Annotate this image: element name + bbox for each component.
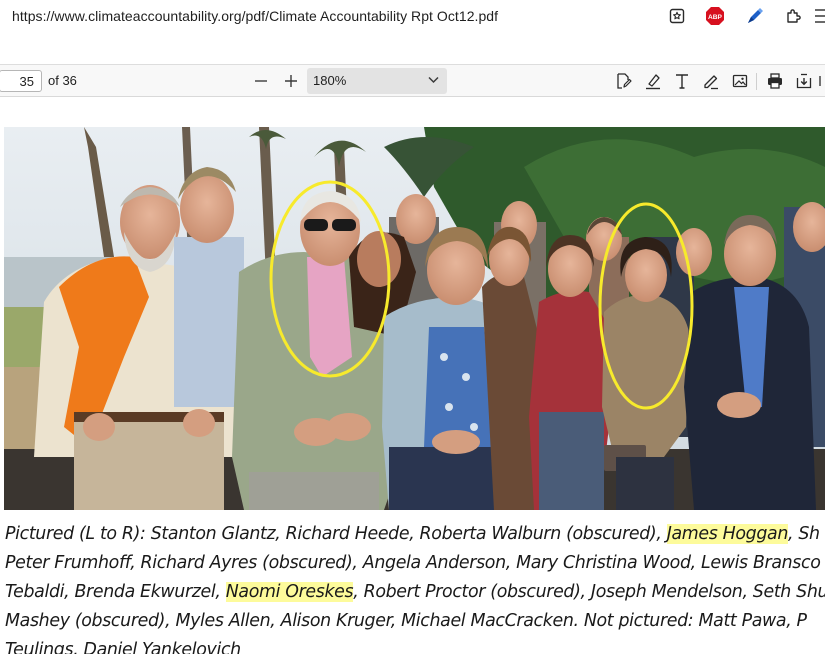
browser-url-bar[interactable]: https://www.climateaccountability.org/pd…: [0, 0, 825, 34]
pen-extension-icon[interactable]: [745, 6, 765, 26]
caption-line-3: Tebaldi, Brenda Ekwurzel, Naomi Oreskes,…: [5, 582, 825, 602]
printer-icon: [768, 73, 782, 89]
image-icon: [732, 74, 748, 88]
adblock-plus-icon[interactable]: ABP: [705, 6, 725, 26]
highlighted-name-oreskes: Naomi Oreskes: [225, 582, 354, 602]
more-tools-button[interactable]: [818, 69, 825, 93]
highlighter-icon: [646, 74, 660, 90]
chevron-down-icon: [428, 76, 439, 84]
save-button[interactable]: [792, 69, 816, 93]
url-text[interactable]: https://www.climateaccountability.org/pd…: [12, 8, 498, 24]
photo-caption: Pictured (L to R): Stanton Glantz, Richa…: [5, 520, 825, 654]
print-button[interactable]: [763, 69, 787, 93]
add-image-button[interactable]: [728, 69, 752, 93]
add-text-button[interactable]: [670, 69, 694, 93]
caption-line-1: Pictured (L to R): Stanton Glantz, Richa…: [5, 524, 820, 544]
draw-button[interactable]: [699, 69, 723, 93]
page-total-label: of 36: [48, 73, 77, 88]
edit-document-button[interactable]: [611, 69, 635, 93]
group-photo: [4, 127, 825, 510]
browser-menu-icon[interactable]: [810, 6, 825, 26]
caption-line-4: Mashey (obscured), Myles Allen, Alison K…: [5, 611, 807, 631]
page-number-input[interactable]: [0, 70, 42, 92]
plus-icon: [285, 75, 297, 87]
highlight-button[interactable]: [641, 69, 665, 93]
zoom-in-button[interactable]: [279, 69, 303, 93]
pdf-toolbar: of 36 180%: [0, 64, 825, 97]
extensions-puzzle-icon[interactable]: [784, 6, 804, 26]
toolbar-divider: [756, 73, 757, 90]
reader-mode-star-icon[interactable]: [667, 6, 687, 26]
download-icon: [796, 73, 812, 89]
text-icon: [676, 74, 688, 89]
zoom-value: 180%: [313, 73, 347, 88]
overflow-icon: [819, 76, 821, 86]
caption-line-2: Peter Frumhoff, Richard Ayres (obscured)…: [5, 553, 821, 573]
person-2: [174, 167, 244, 407]
pencil-icon: [704, 75, 718, 90]
minus-icon: [255, 80, 267, 82]
highlighted-name-hoggan: James Hoggan: [666, 524, 788, 544]
zoom-out-button[interactable]: [249, 69, 273, 93]
zoom-select[interactable]: 180%: [307, 68, 447, 94]
edit-document-icon: [617, 73, 632, 89]
abp-label: ABP: [708, 14, 723, 21]
caption-line-5: Teulings, Daniel Yankelovich: [5, 640, 241, 654]
